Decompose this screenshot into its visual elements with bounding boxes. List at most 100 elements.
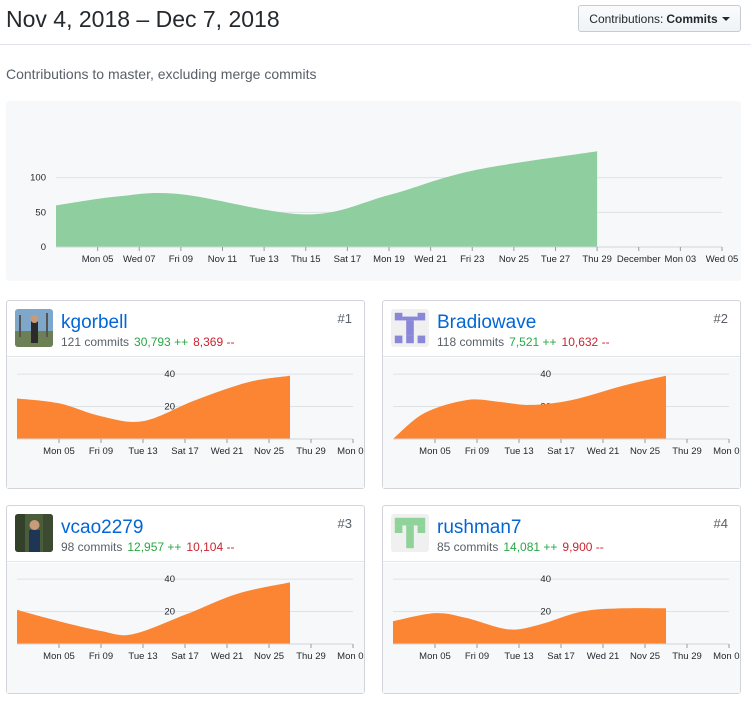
x-tick-label: Sat 17 [547,651,574,662]
contributor-chart: 2040Mon 05Fri 09Tue 13Sat 17Wed 21Nov 25… [7,358,364,488]
contributor-username-link[interactable]: rushman7 [437,517,522,539]
avatar[interactable] [391,514,429,552]
commit-count: 85 commits [437,540,499,554]
contribution-area [17,582,290,644]
contribution-area [393,608,666,644]
x-tick-label: Mon 05 [419,446,451,457]
x-tick-label: Fri 09 [89,446,113,457]
x-tick-label: Tue 13 [128,651,157,662]
dropdown-value: Commits [666,11,718,26]
x-tick-label: December [617,254,661,265]
x-tick-label: Mon 05 [43,446,75,457]
y-tick-label: 20 [164,607,175,618]
x-tick-label: Fri 09 [89,651,113,662]
avatar[interactable] [15,309,53,347]
contributor-stats: 118 commits 7,521 ++ 10,632 -- [437,335,610,349]
y-tick-label: 100 [30,173,46,184]
x-tick-label: Sat 17 [547,446,574,457]
x-tick-label: Mon 19 [373,254,405,265]
contributor-chart-svg: 20 40 Mon 05 Fri 09 Tue 13 Sat 17 Wed 21 Nov 25… [17,574,364,662]
avatar[interactable] [15,514,53,552]
commit-count: 118 commits [437,335,505,349]
x-tick-label: Wed 21 [414,254,447,265]
deletions-count: 8,369 -- [193,335,235,349]
contributor-rank: #3 [337,516,352,531]
contributor-chart: 2040Mon 05Fri 09Tue 13Sat 17Wed 21Nov 25… [383,563,740,693]
contributor-rank: #1 [337,311,352,326]
x-tick-label: Mon 03 [713,446,740,457]
contributor-header: Bradiowave 118 commits 7,521 ++ 10,632 -- … [383,301,740,357]
x-tick-label: Fri 23 [460,254,484,265]
x-tick-label: Mon 05 [419,651,451,662]
commit-count: 121 commits [61,335,130,349]
x-tick-label: Nov 25 [630,651,660,662]
chart-subtitle: Contributions to master, excluding merge… [6,66,317,82]
y-tick-label: 40 [164,574,175,585]
x-tick-label: Wed 21 [211,651,244,662]
additions-count: 7,521 ++ [509,335,557,349]
contributor-username-link[interactable]: Bradiowave [437,312,536,334]
x-tick-label: Nov 25 [254,651,284,662]
contributor-username-link[interactable]: vcao2279 [61,517,143,539]
x-tick-label: Sat 17 [171,446,198,457]
avatar-photo-icon [15,514,53,552]
contributor-chart-svg: 2040Mon 05Fri 09Tue 13Sat 17Wed 21Nov 25… [393,574,740,662]
x-tick-label: Fri 09 [465,446,489,457]
x-tick-label: Mon 03 [337,651,364,662]
contributor-stats: 98 commits 12,957 ++ 10,104 -- [61,540,234,554]
x-tick-label: Wed 21 [587,446,620,457]
contributions-type-dropdown[interactable]: Contributions: Commits [578,5,741,32]
contribution-area [17,375,290,439]
x-tick-label: Nov 25 [499,254,529,265]
deletions-count: 9,900 -- [562,540,604,554]
x-tick-label: Thu 29 [672,446,702,457]
contributor-card-4: rushman7 85 commits 14,081 ++ 9,900 -- #4 … [382,505,741,694]
x-tick-label: Mon 03 [713,651,740,662]
x-tick-label: Mon 05 [82,254,114,265]
x-tick-label: Thu 15 [291,254,321,265]
y-tick-label: 20 [540,607,551,618]
contributor-card-3: vcao2279 98 commits 12,957 ++ 10,104 -- #3… [6,505,365,694]
page-header: Nov 4, 2018 – Dec 7, 2018 Contributions:… [0,0,751,45]
main-chart-svg: 0 50 100 Mon 05 Wed 07 Fri 09 Nov 11 Tue 13 Thu … [30,151,738,265]
contributor-rank: #4 [713,516,728,531]
x-tick-label: Thu 29 [296,446,326,457]
contributor-chart-svg: 2040Mon 05Fri 09Tue 13Sat 17Wed 21Nov 25… [17,369,364,457]
contribution-area [393,375,666,439]
contributor-header: kgorbell 121 commits 30,793 ++ 8,369 -- #1 [7,301,364,357]
contributor-card-1: kgorbell 121 commits 30,793 ++ 8,369 -- #1… [6,300,365,489]
contributor-header: rushman7 85 commits 14,081 ++ 9,900 -- #4 [383,506,740,562]
x-tick-label: Tue 13 [504,446,533,457]
y-tick-label: 50 [35,207,46,218]
contributor-username-link[interactable]: kgorbell [61,312,128,334]
y-tick-label: 40 [540,574,551,585]
x-tick-label: Wed 21 [587,651,620,662]
additions-count: 14,081 ++ [503,540,558,554]
x-tick-label: Sat 17 [334,254,361,265]
deletions-count: 10,632 -- [561,335,610,349]
x-tick-label: Thu 29 [582,254,612,265]
avatar[interactable] [391,309,429,347]
y-tick-label: 40 [164,369,175,380]
x-tick-label: Thu 29 [672,651,702,662]
x-tick-label: Thu 29 [296,651,326,662]
additions-count: 30,793 ++ [134,335,189,349]
deletions-count: 10,104 -- [186,540,235,554]
identicon-icon [391,309,429,347]
x-tick-label: Mon 03 [337,446,364,457]
x-tick-label: Nov 25 [254,446,284,457]
x-tick-label: Wed 07 [123,254,156,265]
contribution-area [56,151,598,247]
contributor-chart-svg: 2040Mon 05Fri 09Tue 13Sat 17Wed 21Nov 25… [393,369,740,457]
y-tick-label: 40 [540,369,551,380]
x-tick-label: Tue 13 [504,651,533,662]
contributor-chart: 2040Mon 05Fri 09Tue 13Sat 17Wed 21Nov 25… [383,358,740,488]
date-range-title: Nov 4, 2018 – Dec 7, 2018 [6,6,280,32]
additions-count: 12,957 ++ [127,540,182,554]
contributor-stats: 85 commits 14,081 ++ 9,900 -- [437,540,604,554]
x-tick-label: Tue 27 [541,254,570,265]
contributor-header: vcao2279 98 commits 12,957 ++ 10,104 -- #3 [7,506,364,562]
x-tick-label: Sat 17 [171,651,198,662]
x-tick-label: Mon 05 [43,651,75,662]
x-tick-label: Nov 11 [208,254,237,265]
